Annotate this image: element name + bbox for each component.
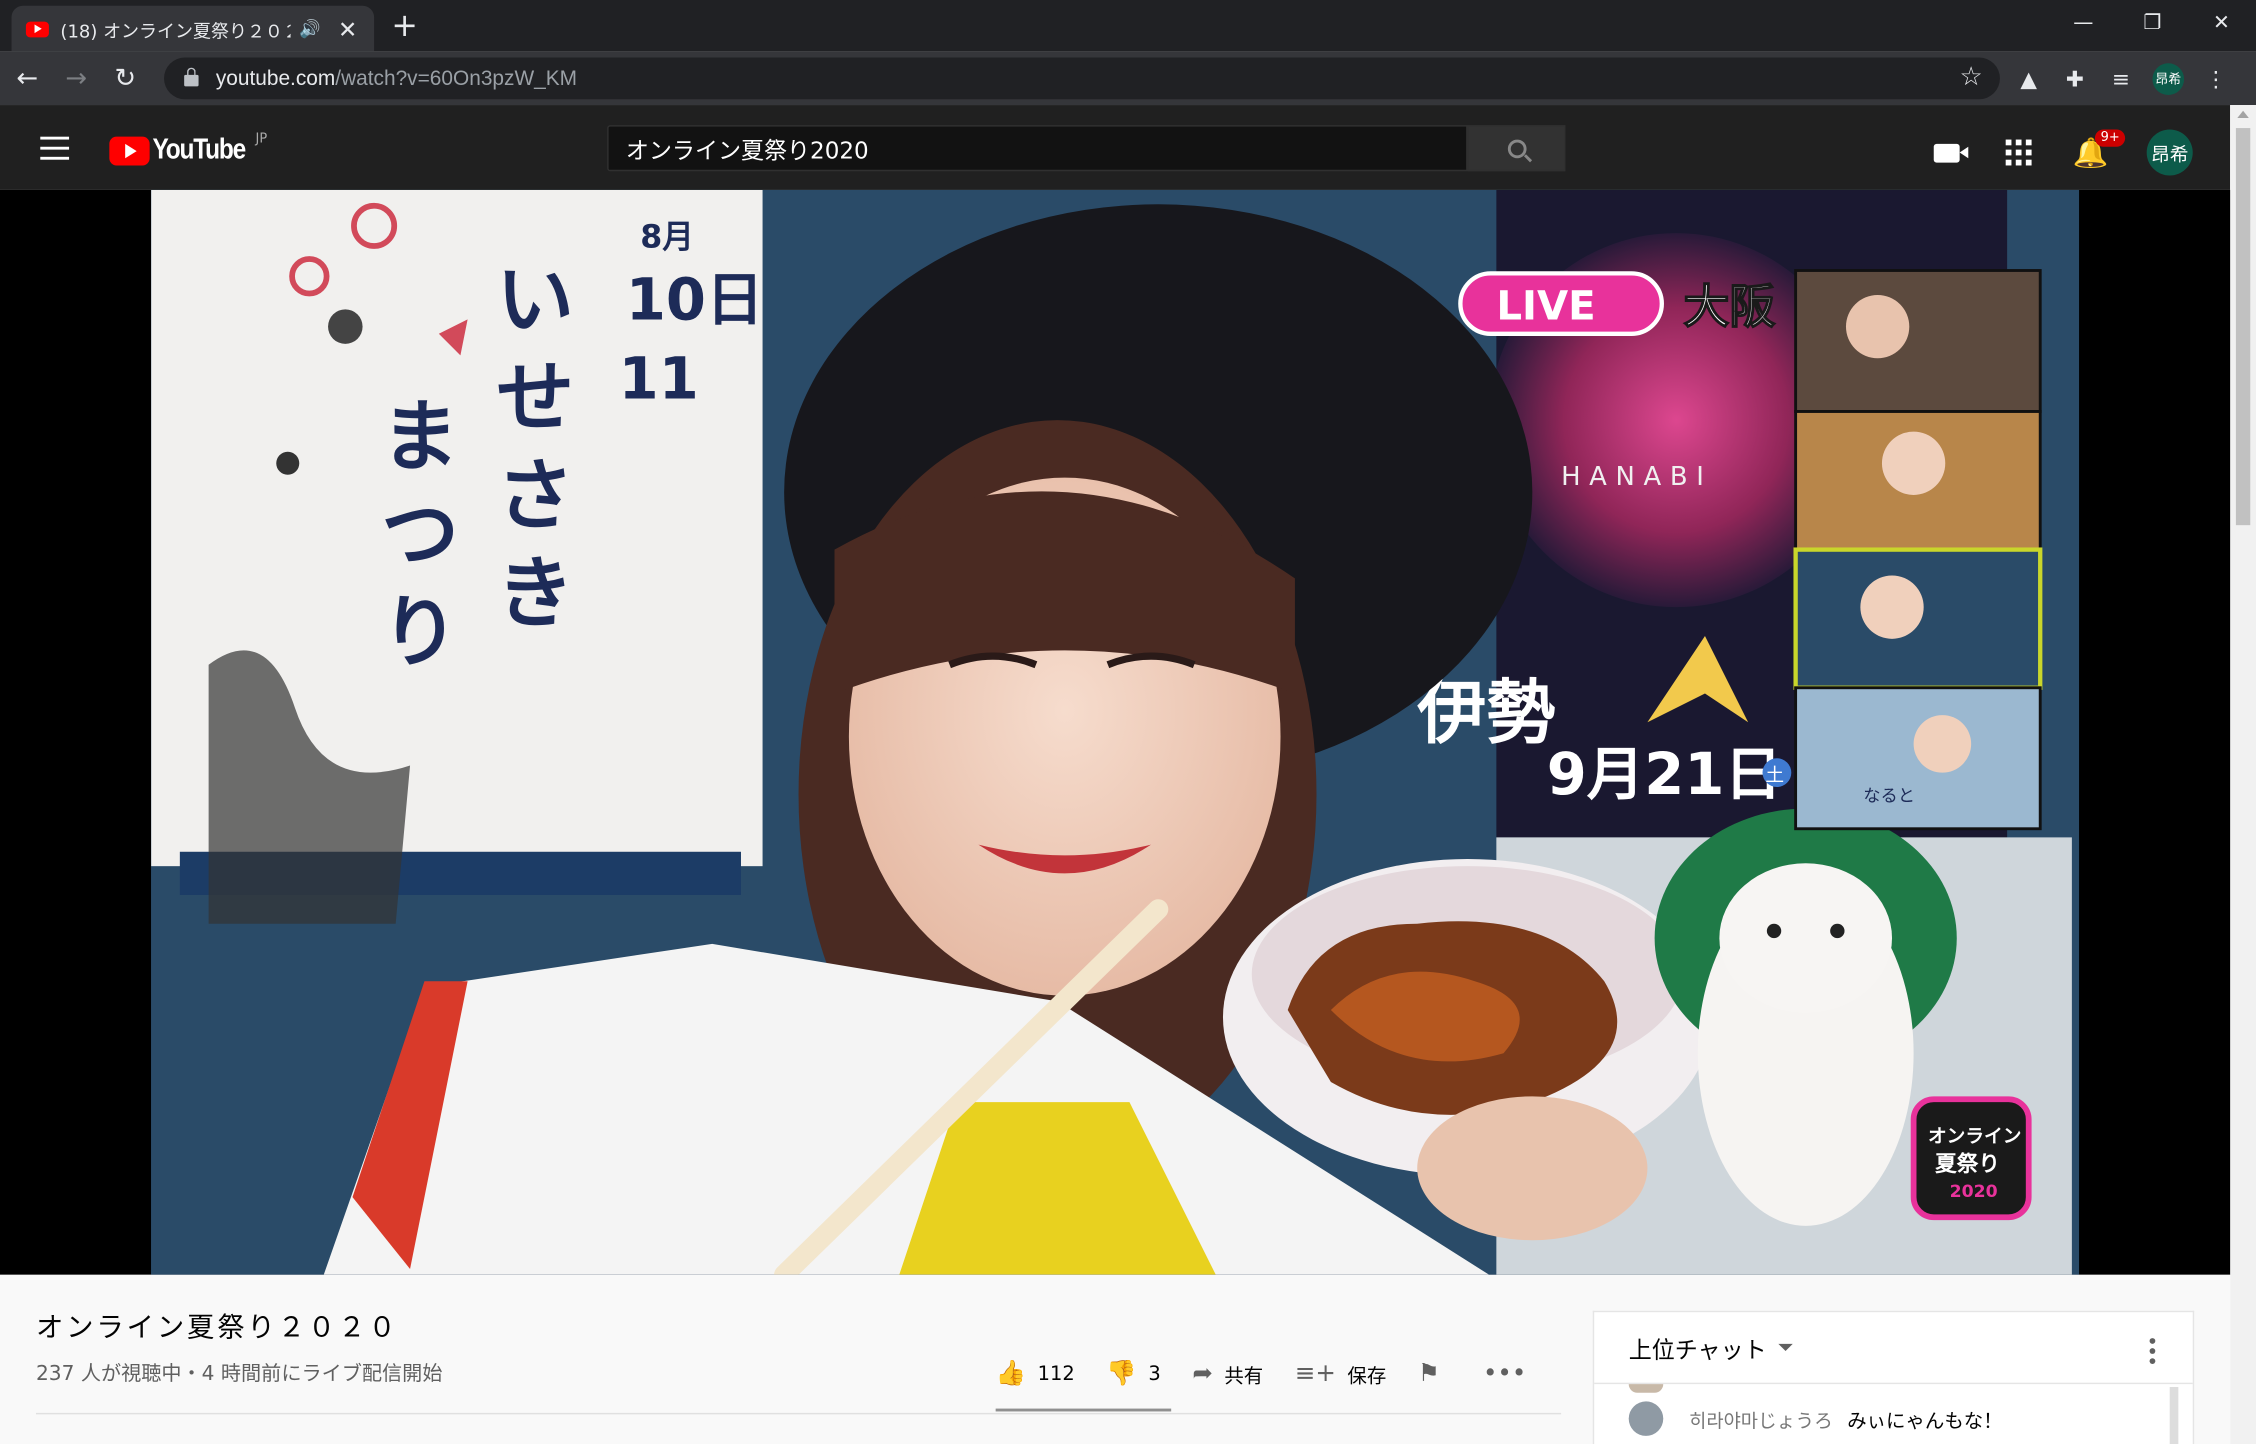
restore-icon[interactable]: ❐ — [2118, 0, 2187, 46]
youtube-favicon-icon — [25, 20, 49, 37]
menu-icon[interactable] — [40, 136, 70, 160]
new-tab-button[interactable]: + — [391, 9, 418, 45]
badge-line-1: オンライン — [1928, 1126, 2021, 1147]
bookmark-star-icon[interactable]: ☆ — [1959, 62, 1982, 92]
report-button[interactable]: ⚑ — [1418, 1360, 1451, 1389]
chat-message[interactable]: 히라야마じょうろ みぃにゃんもな！ — [1628, 1401, 2003, 1436]
thumbs-down-icon: 👎 — [1106, 1359, 1137, 1389]
masthead-actions: 🔔 9+ 昂希 — [1911, 129, 2193, 176]
scroll-up-arrow-icon[interactable] — [2237, 110, 2249, 118]
page-scrollbar[interactable] — [2230, 105, 2256, 1444]
thumbs-up-icon: 👍 — [995, 1359, 1027, 1389]
search-query: オンライン夏祭り2020 — [625, 136, 869, 165]
youtube-masthead: YouTube JP オンライン夏祭り2020 🔔 9+ 昂希 — [0, 105, 2231, 190]
poster-date-3: 11 — [619, 346, 699, 413]
notifications-button[interactable]: 🔔 9+ — [2055, 129, 2127, 170]
poster-date-2: 10日 — [626, 266, 764, 333]
minimize-icon[interactable]: — — [2049, 0, 2118, 46]
apps-button[interactable] — [1983, 139, 2055, 166]
create-video-button[interactable] — [1911, 143, 1983, 162]
media-playlist-icon[interactable]: ≡ — [2106, 65, 2135, 91]
search-button[interactable] — [1467, 125, 1566, 172]
poster-hanabi: HANABI — [1561, 462, 1712, 492]
chat-more-icon[interactable] — [2149, 1338, 2156, 1368]
chat-header: 上位チャット — [1594, 1312, 2193, 1385]
chat-mode-selector[interactable]: 上位チャット — [1629, 1330, 1767, 1365]
window-controls: — ❐ ✕ — [2049, 0, 2256, 46]
details-divider — [35, 1412, 1562, 1415]
account-avatar[interactable]: 昂希 — [2146, 129, 2193, 176]
search-input[interactable]: オンライン夏祭り2020 — [607, 125, 1468, 172]
svg-text:まつり: まつり — [381, 392, 459, 678]
share-arrow-icon: ➦ — [1192, 1359, 1213, 1389]
like-ratio-bar — [995, 1408, 1172, 1412]
poster-date-1: 8月 — [640, 219, 694, 255]
address-bar[interactable]: youtube.com/watch?v=60On3pzW_KM ☆ — [164, 57, 2000, 100]
dislike-count: 3 — [1148, 1362, 1161, 1386]
apps-grid-icon — [2005, 139, 2032, 166]
chrome-menu-icon[interactable]: ⋮ — [2201, 65, 2230, 91]
tab-close-icon[interactable]: ✕ — [338, 15, 357, 42]
video-frame[interactable]: いせさき まつり 8月 10日 11 HANABI 9月21日 土 伊勢 LIV… — [151, 189, 2080, 1275]
browser-toolbar: ← → ↻ youtube.com/watch?v=60On3pzW_KM ☆ … — [0, 51, 2256, 106]
video-camera-icon — [1933, 143, 1969, 162]
chat-message-text: みぃにゃんもな！ — [1847, 1410, 2003, 1434]
video-meta: 237 人が視聴中・4 時間前にライブ配信開始 — [35, 1362, 443, 1386]
tab-strip: (18) オンライン夏祭り２０２０ 🔊 ✕ + — ❐ ✕ — [0, 0, 2256, 52]
share-label: 共有 — [1224, 1365, 1264, 1389]
puzzle-extensions-icon[interactable]: ✚ — [2060, 65, 2089, 91]
video-player[interactable]: いせさき まつり 8月 10日 11 HANABI 9月21日 土 伊勢 LIV… — [0, 189, 2231, 1275]
like-button[interactable]: 👍 112 — [996, 1360, 1075, 1389]
video-actions: 👍 112 👎 3 ➦ 共有 ≡+ 保存 ⚑ ••• — [996, 1355, 1570, 1392]
badge-line-3: 2020 — [1950, 1182, 1998, 1202]
speaker-icon[interactable]: 🔊 — [299, 19, 321, 39]
playlist-add-icon: ≡+ — [1294, 1359, 1336, 1389]
region-code: JP — [255, 131, 268, 147]
profile-avatar[interactable]: 昂希 — [2152, 62, 2185, 95]
pip-label: なると — [1863, 786, 1915, 806]
more-horizontal-icon: ••• — [1482, 1359, 1527, 1389]
reload-icon[interactable]: ↻ — [104, 63, 147, 93]
save-label: 保存 — [1347, 1365, 1387, 1389]
back-icon[interactable]: ← — [6, 63, 49, 93]
drive-extension-icon[interactable]: ▲ — [2014, 65, 2043, 91]
forward-icon[interactable]: → — [55, 63, 98, 93]
chat-avatar-partial — [1628, 1384, 1664, 1393]
chevron-down-icon[interactable] — [1778, 1343, 1793, 1352]
poster-side-text: 伊勢 — [1416, 674, 1555, 754]
lock-icon[interactable] — [184, 67, 199, 87]
chat-author-name[interactable]: 히라야마じょうろ — [1689, 1405, 1833, 1433]
poster-right-day: 土 — [1765, 765, 1784, 786]
tab-title: (18) オンライン夏祭り２０２０ — [60, 19, 290, 42]
browser-tab[interactable]: (18) オンライン夏祭り２０２０ 🔊 ✕ — [11, 5, 375, 52]
overlay-city-1: 大阪 — [1683, 279, 1775, 333]
more-actions-button[interactable]: ••• — [1483, 1360, 1538, 1389]
notification-badge: 9+ — [2094, 129, 2126, 147]
video-title: オンライン夏祭り２０２０ — [35, 1312, 399, 1344]
video-frame-illustration: いせさき まつり 8月 10日 11 HANABI 9月21日 土 伊勢 LIV… — [151, 189, 2080, 1275]
share-button[interactable]: ➦ 共有 — [1192, 1360, 1263, 1389]
poster-right-date: 9月21日 — [1547, 741, 1782, 808]
chat-author-avatar[interactable] — [1628, 1401, 1664, 1436]
like-count: 112 — [1037, 1362, 1075, 1386]
live-chat: 上位チャット 히라야마じょうろ みぃにゃんもな！ — [1592, 1310, 2195, 1444]
url-text: youtube.com/watch?v=60On3pzW_KM — [215, 66, 578, 90]
search-icon — [1507, 138, 1526, 158]
youtube-logo[interactable]: YouTube JP — [109, 131, 268, 167]
badge-line-2: 夏祭り — [1935, 1151, 2000, 1177]
youtube-play-icon — [109, 135, 150, 165]
scrollbar-thumb[interactable] — [2235, 128, 2251, 526]
close-window-icon[interactable]: ✕ — [2187, 0, 2256, 46]
flag-icon: ⚑ — [1417, 1359, 1440, 1389]
screen: (18) オンライン夏祭り２０２０ 🔊 ✕ + — ❐ ✕ ← → ↻ yout… — [0, 0, 2256, 1444]
chat-scrollbar[interactable] — [2169, 1387, 2179, 1444]
youtube-wordmark: YouTube — [152, 133, 247, 166]
save-button[interactable]: ≡+ 保存 — [1295, 1360, 1386, 1389]
dislike-button[interactable]: 👎 3 — [1106, 1360, 1160, 1389]
extension-area: ▲ ✚ ≡ 昂希 ⋮ — [2014, 52, 2230, 105]
live-label: LIVE — [1496, 283, 1595, 329]
